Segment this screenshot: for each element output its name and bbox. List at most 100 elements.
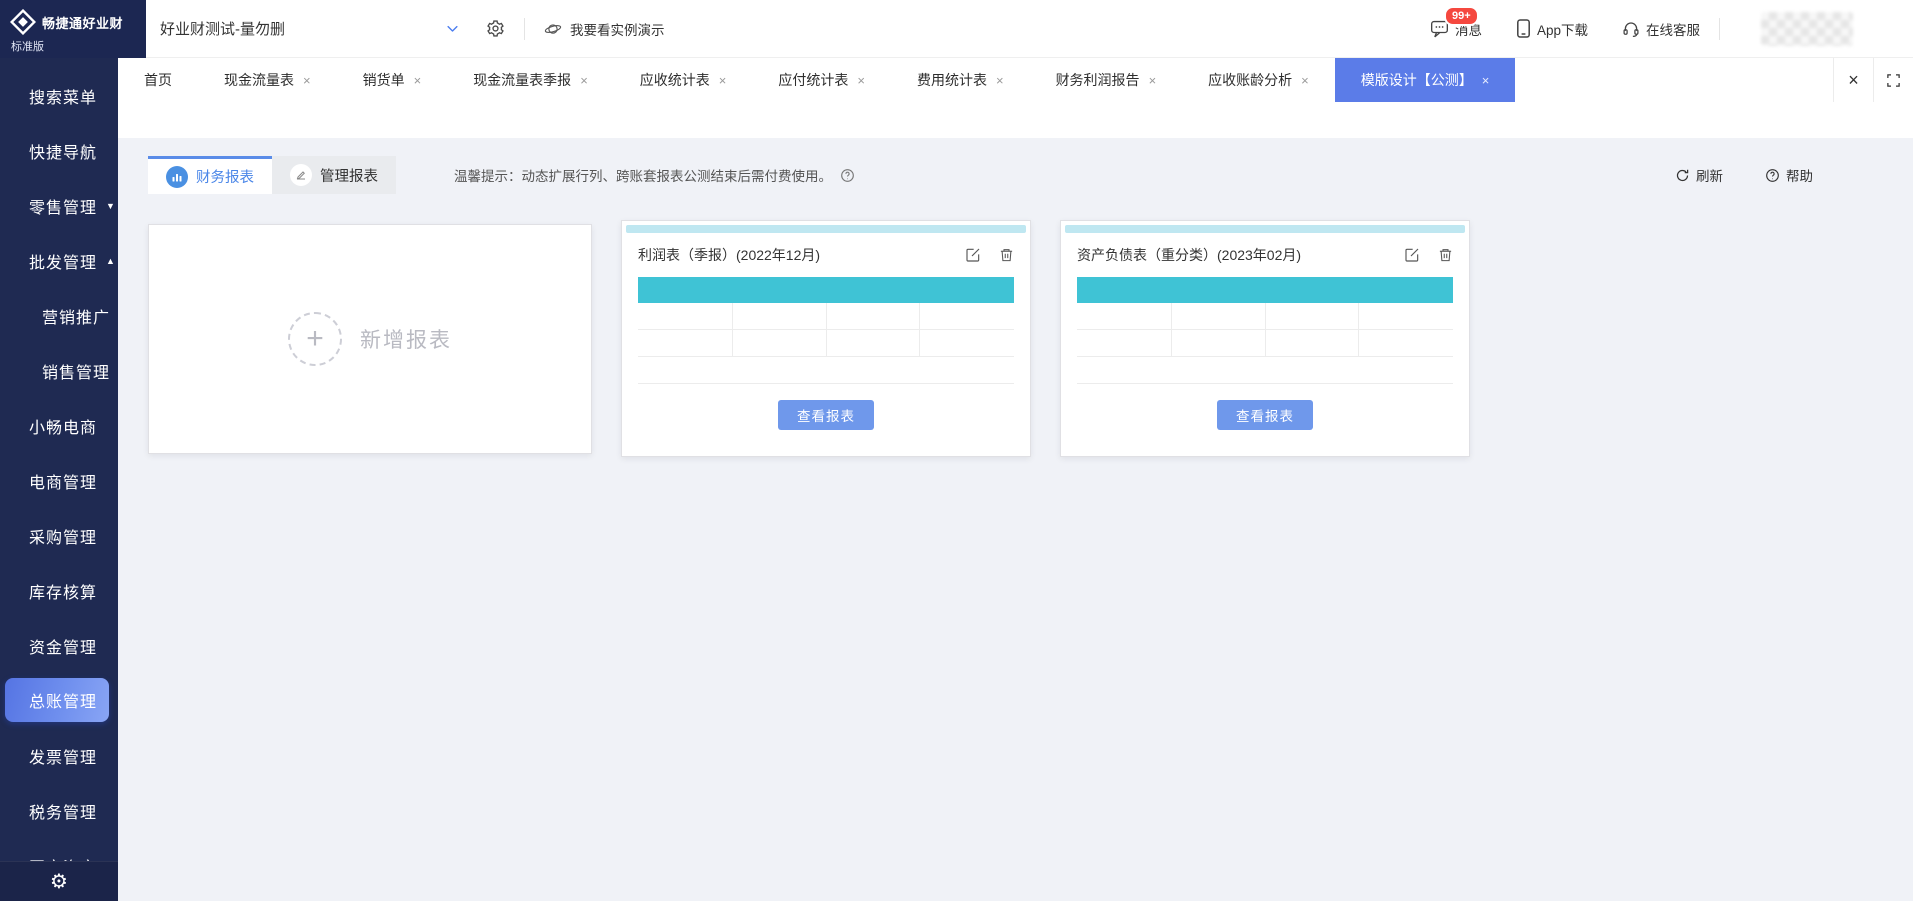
close-tab-icon[interactable]: × bbox=[1149, 74, 1157, 87]
add-report-card[interactable]: + 新增报表 bbox=[148, 224, 592, 454]
close-tab-icon[interactable]: × bbox=[996, 74, 1004, 87]
sidebar-item-inventory-accounting[interactable]: 库存核算 bbox=[0, 563, 118, 618]
tab-label: 财务报表 bbox=[196, 166, 254, 187]
report-tabs-row: 财务报表 管理报表 温馨提示：动态扩展行列、跨账套报表公测结束后需付费使用。 bbox=[148, 156, 1913, 194]
edit-icon[interactable] bbox=[1404, 247, 1420, 263]
doc-tab-label: 财务利润报告 bbox=[1056, 70, 1140, 90]
tab-financial-reports[interactable]: 财务报表 bbox=[148, 156, 272, 194]
chevron-up-icon: ▲ bbox=[106, 256, 116, 266]
tab-list: 首页现金流量表×销货单×现金流量表季报×应收统计表×应付统计表×费用统计表×财务… bbox=[118, 58, 1515, 102]
account-name: 好业财测试-量勿删 bbox=[160, 18, 285, 39]
sidebar-item-retail-management[interactable]: 零售管理▼ bbox=[0, 178, 118, 233]
sidebar-item-label: 销售管理 bbox=[42, 359, 110, 383]
doc-tab-payable-stats[interactable]: 应付统计表× bbox=[752, 58, 891, 102]
divider bbox=[1719, 18, 1720, 40]
help-button[interactable]: 帮助 bbox=[1765, 165, 1813, 185]
sidebar-item-xiaochang-ecommerce[interactable]: 小畅电商 bbox=[0, 398, 118, 453]
view-report-button[interactable]: 查看报表 bbox=[778, 400, 874, 430]
sidebar-item-purchase-management[interactable]: 采购管理 bbox=[0, 508, 118, 563]
report-card-balance-sheet: 资产负债表（重分类）(2023年02月) 查看报表 bbox=[1060, 220, 1470, 457]
online-service-button[interactable]: 在线客服 bbox=[1622, 19, 1700, 39]
financial-report-icon bbox=[166, 166, 188, 188]
sidebar-item-label: 搜索菜单 bbox=[29, 84, 97, 108]
report-card-profit: 利润表（季报）(2022年12月) 查看报表 bbox=[621, 220, 1031, 457]
tab-label: 管理报表 bbox=[320, 165, 378, 186]
doc-tab-profit-report[interactable]: 财务利润报告 × bbox=[1030, 58, 1183, 102]
report-preview-header-bar bbox=[638, 277, 1014, 303]
close-tab-icon[interactable]: × bbox=[580, 74, 588, 87]
sidebar-item-wholesale-management[interactable]: 批发管理▲ bbox=[0, 233, 118, 288]
doc-tab-receivable-stats[interactable]: 应收统计表 × bbox=[614, 58, 753, 102]
close-tab-icon[interactable]: × bbox=[414, 74, 422, 87]
user-account-blurred[interactable] bbox=[1761, 12, 1853, 46]
card-top-strip bbox=[626, 225, 1026, 233]
close-all-tabs-button[interactable]: × bbox=[1833, 58, 1873, 102]
sidebar-item-invoice-management[interactable]: 发票管理 bbox=[0, 728, 118, 783]
headset-icon bbox=[1622, 20, 1640, 38]
sidebar-menu: 搜索菜单快捷导航零售管理▼批发管理▲ 营销推广销售管理小畅电商电商管理采购管理库存… bbox=[0, 58, 118, 893]
sidebar-item-funds-management[interactable]: 资金管理 bbox=[0, 618, 118, 673]
doc-tab-label: 应收统计表 bbox=[640, 70, 710, 90]
sidebar: 搜索菜单快捷导航零售管理▼批发管理▲ 营销推广销售管理小畅电商电商管理采购管理库存… bbox=[0, 58, 118, 901]
sidebar-item-quick-nav[interactable]: 快捷导航 bbox=[0, 123, 118, 178]
report-preview-header-bar bbox=[1077, 277, 1453, 303]
page-content: 财务报表 管理报表 温馨提示：动态扩展行列、跨账套报表公测结束后需付费使用。 bbox=[118, 102, 1913, 901]
doc-tab-label: 首页 bbox=[144, 70, 172, 90]
delete-icon[interactable] bbox=[999, 247, 1014, 263]
refresh-icon bbox=[1675, 168, 1690, 183]
doc-tab-cash-flow[interactable]: 现金流量表 × bbox=[198, 58, 337, 102]
doc-tab-template-design[interactable]: 模版设计【公测】× bbox=[1335, 58, 1516, 102]
sidebar-item-tax-management[interactable]: 税务管理 bbox=[0, 783, 118, 838]
doc-tab-expense-stats[interactable]: 费用统计表× bbox=[891, 58, 1030, 102]
doc-tab-label: 现金流量表 bbox=[224, 70, 294, 90]
tab-management-reports[interactable]: 管理报表 bbox=[272, 156, 396, 194]
app-download-label: App下载 bbox=[1537, 19, 1588, 39]
sidebar-item-label: 电商管理 bbox=[29, 469, 97, 493]
management-report-icon bbox=[290, 164, 312, 186]
sidebar-item-label: 快捷导航 bbox=[29, 139, 97, 163]
sidebar-item-label: 营销推广 bbox=[42, 304, 110, 328]
sidebar-item-search-menu[interactable]: 搜索菜单 bbox=[0, 68, 118, 123]
settings-gear-icon[interactable]: ⚙ bbox=[50, 872, 68, 892]
question-circle-icon[interactable] bbox=[840, 168, 855, 183]
doc-tab-sales-order[interactable]: 销货单× bbox=[337, 58, 448, 102]
report-title: 利润表（季报）(2022年12月) bbox=[638, 245, 820, 265]
doc-tab-receivable-aging[interactable]: 应收账龄分析× bbox=[1182, 58, 1335, 102]
refresh-button[interactable]: 刷新 bbox=[1675, 165, 1723, 185]
plus-icon: + bbox=[288, 312, 342, 366]
settings-gear-icon[interactable] bbox=[486, 19, 505, 38]
edit-icon[interactable] bbox=[965, 247, 981, 263]
close-tab-icon[interactable]: × bbox=[719, 74, 727, 87]
phone-icon bbox=[1516, 19, 1531, 38]
tip-bar: 温馨提示：动态扩展行列、跨账套报表公测结束后需付费使用。 bbox=[454, 156, 855, 194]
sidebar-item-ecommerce-management[interactable]: 电商管理 bbox=[0, 453, 118, 508]
close-tab-icon[interactable]: × bbox=[857, 74, 865, 87]
sidebar-item-sales-management[interactable]: 销售管理 bbox=[0, 343, 118, 398]
sidebar-item-label: 资金管理 bbox=[29, 634, 97, 658]
messages-button[interactable]: 99+ 消息 bbox=[1430, 19, 1482, 39]
demo-link[interactable]: 我要看实例演示 bbox=[544, 19, 665, 39]
sidebar-footer: ⚙ bbox=[0, 861, 118, 901]
close-tab-icon[interactable]: × bbox=[1482, 74, 1490, 87]
close-tab-icon[interactable]: × bbox=[303, 74, 311, 87]
account-switcher[interactable]: 好业财测试-量勿删 bbox=[160, 18, 460, 39]
demo-label: 我要看实例演示 bbox=[570, 19, 665, 39]
document-tab-bar: 首页现金流量表×销货单×现金流量表季报×应收统计表×应付统计表×费用统计表×财务… bbox=[118, 58, 1913, 102]
report-preview-grid bbox=[1077, 303, 1453, 384]
chanjet-logo-icon bbox=[10, 9, 36, 35]
app-window: 畅捷通好业财 标准版 好业财测试-量勿删 我要看实例演示 99+ 消息 bbox=[0, 0, 1913, 901]
app-download-button[interactable]: App下载 bbox=[1516, 19, 1588, 39]
sidebar-item-label: 总账管理 bbox=[29, 688, 97, 712]
panel-actions: 刷新 帮助 bbox=[1675, 156, 1813, 194]
doc-tab-cash-flow-quarterly[interactable]: 现金流量表季报× bbox=[447, 58, 614, 102]
sidebar-item-general-ledger[interactable]: 总账管理 bbox=[5, 678, 109, 722]
fullscreen-button[interactable] bbox=[1873, 58, 1913, 102]
doc-tab-home[interactable]: 首页 bbox=[118, 58, 198, 102]
top-header: 好业财测试-量勿删 我要看实例演示 99+ 消息 Ap bbox=[146, 0, 1913, 58]
sidebar-item-marketing-promotion[interactable]: 营销推广 bbox=[0, 288, 118, 343]
message-count-badge: 99+ bbox=[1444, 6, 1479, 26]
tip-text: 温馨提示：动态扩展行列、跨账套报表公测结束后需付费使用。 bbox=[454, 165, 832, 185]
view-report-button[interactable]: 查看报表 bbox=[1217, 400, 1313, 430]
delete-icon[interactable] bbox=[1438, 247, 1453, 263]
close-tab-icon[interactable]: × bbox=[1301, 74, 1309, 87]
